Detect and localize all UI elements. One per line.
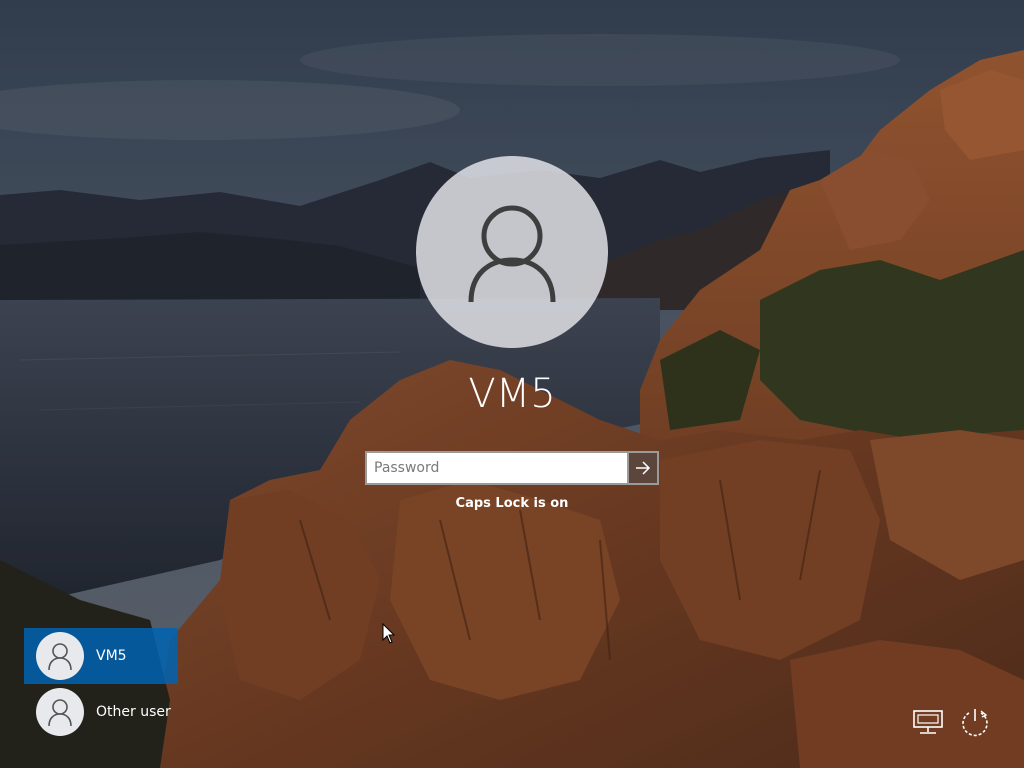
user-silhouette-icon bbox=[468, 205, 556, 302]
password-input[interactable] bbox=[365, 451, 627, 485]
username-label: VM5 bbox=[468, 371, 556, 417]
user-avatar-large bbox=[416, 156, 608, 348]
user-name: Other user bbox=[96, 704, 171, 720]
user-name: VM5 bbox=[96, 648, 127, 664]
power-button[interactable] bbox=[957, 704, 993, 740]
lock-screen: VM5 Caps Lock is on VM5 Other user bbox=[0, 0, 1024, 768]
network-icon bbox=[913, 710, 943, 734]
power-icon bbox=[962, 709, 988, 737]
arrow-right-icon bbox=[636, 461, 651, 475]
user-silhouette-icon bbox=[48, 699, 72, 726]
user-avatar bbox=[36, 688, 84, 736]
password-box bbox=[365, 451, 659, 485]
user-avatar bbox=[36, 632, 84, 680]
mouse-cursor-icon bbox=[382, 623, 396, 644]
user-tile-other-user[interactable]: Other user bbox=[24, 684, 178, 740]
submit-button[interactable] bbox=[627, 451, 659, 485]
user-tile-vm5[interactable]: VM5 bbox=[24, 628, 178, 684]
network-button[interactable] bbox=[910, 704, 946, 740]
user-silhouette-icon bbox=[48, 643, 72, 670]
caps-lock-message: Caps Lock is on bbox=[455, 496, 569, 511]
